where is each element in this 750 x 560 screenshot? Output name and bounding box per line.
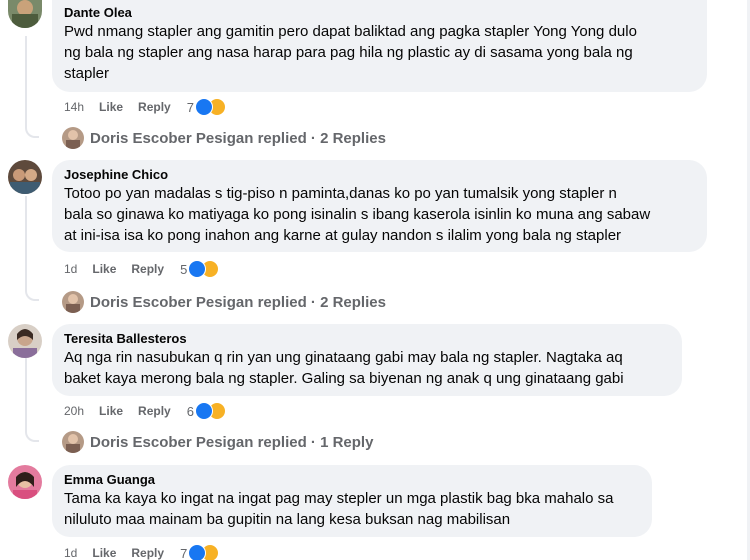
reply-button[interactable]: Reply [138, 100, 171, 114]
comment-actions: 1d Like Reply 7 [64, 543, 220, 560]
comment-text-line: stapler [64, 65, 110, 82]
comment-actions: 1d Like Reply 5 [64, 259, 220, 279]
comment-text-line: at ini-isa isa ko pong inahon ang karne … [64, 227, 622, 244]
like-icon [194, 98, 213, 116]
comment-bubble: Josephine Chico Totoo po yan madalas s t… [52, 160, 707, 252]
comment-timestamp[interactable]: 20h [64, 404, 84, 418]
comment-actions: 20h Like Reply 6 [64, 401, 226, 421]
comment-text-line: Totoo po yan madalas s tig-piso n pamint… [64, 185, 617, 202]
comment-bubble: Emma Guanga Tama ka kaya ko ingat na ing… [52, 465, 652, 537]
avatar[interactable] [8, 160, 42, 194]
comment-text-line: Tama ka kaya ko ingat na ingat pag may s… [64, 490, 614, 507]
view-replies-link[interactable]: Doris Escober Pesigan replied · 2 Replie… [62, 290, 386, 314]
comment-actions: 14h Like Reply 7 [64, 97, 226, 117]
like-button[interactable]: Like [99, 100, 123, 114]
reaction-count: 7 [186, 99, 194, 115]
thread-line [25, 196, 27, 284]
thread-curve [25, 120, 39, 138]
view-replies-link[interactable]: Doris Escober Pesigan replied · 1 Reply [62, 430, 373, 454]
like-button[interactable]: Like [99, 404, 123, 418]
reaction-count: 5 [180, 261, 188, 277]
comment-timestamp[interactable]: 1d [64, 262, 77, 276]
comment-text-line: bala so ginawa ko matiyaga ko pong isina… [64, 206, 651, 223]
thread-curve [25, 424, 39, 442]
reaction-count: 6 [186, 403, 194, 419]
avatar [62, 291, 84, 313]
comment-author[interactable]: Teresita Ballesteros [64, 330, 670, 347]
thread-curve [25, 283, 39, 301]
reaction-summary[interactable]: 6 [187, 402, 226, 420]
replies-summary: Doris Escober Pesigan replied · 2 Replie… [90, 129, 386, 147]
comment-text-line: baket kaya merong bala ng stapler. Galin… [64, 370, 624, 387]
like-icon [188, 544, 207, 560]
like-button[interactable]: Like [92, 262, 116, 276]
reaction-summary[interactable]: 5 [180, 260, 220, 278]
reaction-summary[interactable]: 7 [187, 98, 226, 116]
reply-button[interactable]: Reply [131, 262, 164, 276]
avatar [62, 127, 84, 149]
avatar[interactable] [8, 465, 42, 499]
comment-author[interactable]: Josephine Chico [64, 166, 695, 183]
thread-line [25, 36, 27, 122]
comment-bubble: Teresita Ballesteros Aq nga rin nasubuka… [52, 324, 682, 396]
like-icon [194, 402, 213, 420]
avatar[interactable] [8, 0, 42, 28]
view-replies-link[interactable]: Doris Escober Pesigan replied · 2 Replie… [62, 126, 386, 150]
avatar[interactable] [8, 324, 42, 358]
comment-timestamp[interactable]: 14h [64, 100, 84, 114]
avatar [62, 431, 84, 453]
comment-text-line: ng bala ng stapler ang nasa harap para p… [64, 44, 633, 61]
comment-timestamp[interactable]: 1d [64, 546, 77, 560]
comment-author[interactable]: Dante Olea [64, 4, 695, 21]
comment-bubble: Dante Olea Pwd nmang stapler ang gamitin… [52, 0, 707, 92]
comment-author[interactable]: Emma Guanga [64, 471, 640, 488]
reaction-count: 7 [180, 545, 188, 560]
replies-summary: Doris Escober Pesigan replied · 2 Replie… [90, 293, 386, 311]
replies-summary: Doris Escober Pesigan replied · 1 Reply [90, 433, 374, 451]
reply-button[interactable]: Reply [131, 546, 164, 560]
comment-text-line: niluluto maa mainam ba gupitin na lang k… [64, 511, 511, 528]
thread-line [25, 358, 27, 426]
comment-text-line: Aq nga rin nasubukan q rin yan ung ginat… [64, 349, 623, 366]
comment-text-line: Pwd nmang stapler ang gamitin pero dapat… [64, 23, 637, 40]
reply-button[interactable]: Reply [138, 404, 171, 418]
reaction-summary[interactable]: 7 [180, 544, 220, 560]
like-button[interactable]: Like [92, 546, 116, 560]
